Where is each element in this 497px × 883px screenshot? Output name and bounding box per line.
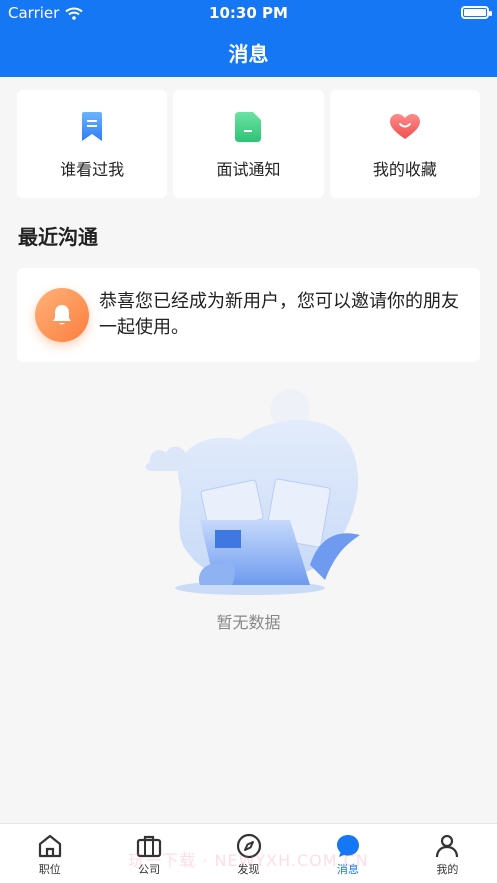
compass-icon [236, 833, 261, 859]
welcome-notice[interactable]: 恭喜您已经成为新用户，您可以邀请你的朋友一起使用。 [17, 268, 480, 362]
tab-profile-label: 我的 [436, 863, 459, 876]
battery-icon [461, 6, 492, 19]
tab-jobs-label: 职位 [38, 863, 61, 876]
who-viewed-me-button[interactable]: 谁看过我 [17, 90, 168, 198]
tab-jobs[interactable]: 职位 [0, 824, 99, 883]
page-title: 消息 [228, 42, 269, 66]
briefcase-icon [137, 835, 162, 858]
tab-companies-label: 公司 [138, 863, 161, 876]
tab-discover[interactable]: 发现 [199, 824, 298, 883]
heart-icon [389, 112, 420, 142]
recent-chats-heading: 最近沟通 [18, 225, 98, 249]
home-icon [38, 834, 61, 858]
notice-text: 恭喜您已经成为新用户，您可以邀请你的朋友一起使用。 [99, 291, 459, 338]
bell-icon [35, 288, 89, 342]
tab-companies[interactable]: 公司 [99, 824, 198, 883]
empty-state-illustration [120, 385, 380, 605]
status-bar: Carrier 10:30 PM [0, 0, 497, 26]
who-viewed-me-label: 谁看过我 [60, 160, 125, 179]
message-icon [336, 835, 359, 857]
bookmark-icon [77, 112, 107, 142]
document-icon [233, 112, 263, 142]
status-time: 10:30 PM [209, 4, 288, 22]
tab-messages-label: 消息 [336, 863, 359, 876]
my-favorites-label: 我的收藏 [372, 160, 437, 179]
app-header: Carrier 10:30 PM 消息 [0, 0, 497, 77]
user-icon [436, 834, 459, 858]
interview-notice-label: 面试通知 [216, 160, 281, 179]
tab-discover-label: 发现 [237, 863, 260, 876]
my-favorites-button[interactable]: 我的收藏 [329, 90, 480, 198]
empty-state-text: 暂无数据 [216, 613, 281, 632]
interview-notice-button[interactable]: 面试通知 [173, 90, 324, 198]
tab-profile[interactable]: 我的 [398, 824, 497, 883]
tab-messages[interactable]: 消息 [298, 824, 397, 883]
quick-actions: 谁看过我 面试通知 我的收藏 [17, 90, 480, 198]
bottom-tab-bar: 职位 公司 发现 消息 我的 [0, 823, 497, 883]
